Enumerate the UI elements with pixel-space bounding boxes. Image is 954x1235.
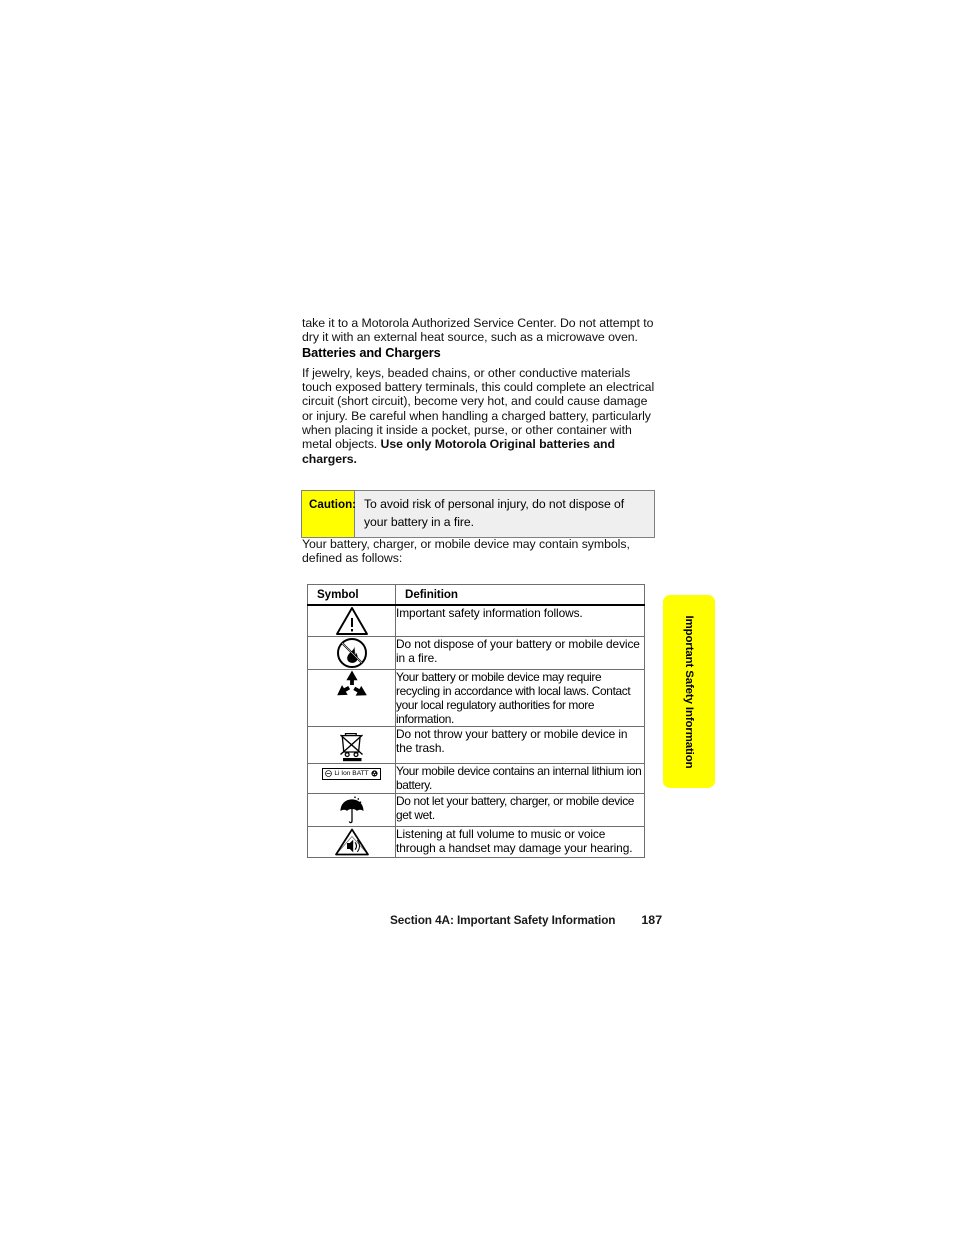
table-row: Do not dispose of your battery or mobile…: [307, 636, 645, 670]
caution-label: Caution:: [309, 498, 357, 511]
definition-cell: Do not dispose of your battery or mobile…: [395, 636, 645, 670]
side-tab-important-safety-information: Important Safety Information: [663, 595, 715, 788]
recycle-circle-icon: [371, 770, 378, 777]
pre-table-text-block: Your battery, charger, or mobile device …: [302, 537, 662, 566]
batteries-paragraph: If jewelry, keys, beaded chains, or othe…: [302, 366, 658, 466]
definition-cell: Do not let your battery, charger, or mob…: [395, 792, 645, 827]
pre-table-paragraph: Your battery, charger, or mobile device …: [302, 537, 630, 566]
no-fire-icon: [336, 638, 367, 668]
definition-cell: Listening at full volume to music or voi…: [395, 825, 645, 858]
crossed-out-wheelie-bin-icon: [339, 733, 363, 762]
definition-cell: Your mobile device contains an internal …: [395, 763, 645, 794]
continued-paragraph: take it to a Motorola Authorized Service…: [302, 316, 654, 345]
definition-cell: Your battery or mobile device may requir…: [395, 668, 645, 728]
table-row: Listening at full volume to music or voi…: [307, 825, 645, 858]
section-heading: Batteries and Chargers: [302, 344, 441, 360]
symbol-cell: [307, 604, 396, 637]
li-ion-battery-badge-icon: Li Ion BATT: [322, 767, 381, 780]
caution-text-cell: To avoid risk of personal injury, do not…: [355, 491, 654, 537]
symbol-cell: [307, 668, 396, 728]
symbol-cell: [307, 792, 396, 827]
definition-cell: Important safety information follows.: [395, 604, 645, 637]
definition-cell: Do not throw your battery or mobile devi…: [395, 726, 645, 765]
caution-label-cell: Caution:: [302, 491, 357, 537]
table-row: Important safety information follows.: [307, 604, 645, 637]
symbols-table: Symbol Definition Important safety infor…: [307, 584, 645, 858]
table-row: Do not let your battery, charger, or mob…: [307, 792, 645, 827]
hearing-damage-icon: [334, 828, 369, 855]
footer-section-title: Section 4A: Important Safety Information: [390, 913, 616, 927]
keep-dry-umbrella-icon: [340, 795, 363, 823]
recycle-icon: [336, 670, 367, 696]
table-row: Do not throw your battery or mobile devi…: [307, 726, 645, 765]
manual-page: take it to a Motorola Authorized Service…: [0, 0, 954, 1235]
caution-text: To avoid risk of personal injury, do not…: [364, 497, 625, 529]
column-header-definition: Definition: [395, 584, 645, 606]
table-header-row: Symbol Definition: [307, 584, 645, 606]
crossed-circle-icon: [325, 770, 333, 778]
li-ion-badge-text: Li Ion BATT: [334, 769, 369, 777]
table-row: Li Ion BATT Your mobile device contains …: [307, 763, 645, 794]
side-tab-label: Important Safety Information: [683, 615, 695, 768]
symbol-cell: [307, 636, 396, 670]
footer-page-number: 187: [641, 913, 663, 927]
table-row: Your battery or mobile device may requir…: [307, 668, 645, 728]
caution-callout: Caution: To avoid risk of personal injur…: [301, 490, 655, 538]
column-header-symbol: Symbol: [307, 584, 396, 606]
symbol-cell: Li Ion BATT: [307, 763, 396, 794]
symbol-cell: [307, 726, 396, 765]
page-footer: Section 4A: Important Safety Information…: [390, 913, 662, 927]
text-column: take it to a Motorola Authorized Service…: [302, 316, 658, 466]
symbol-cell: [307, 825, 396, 858]
warning-triangle-icon: [335, 607, 368, 635]
